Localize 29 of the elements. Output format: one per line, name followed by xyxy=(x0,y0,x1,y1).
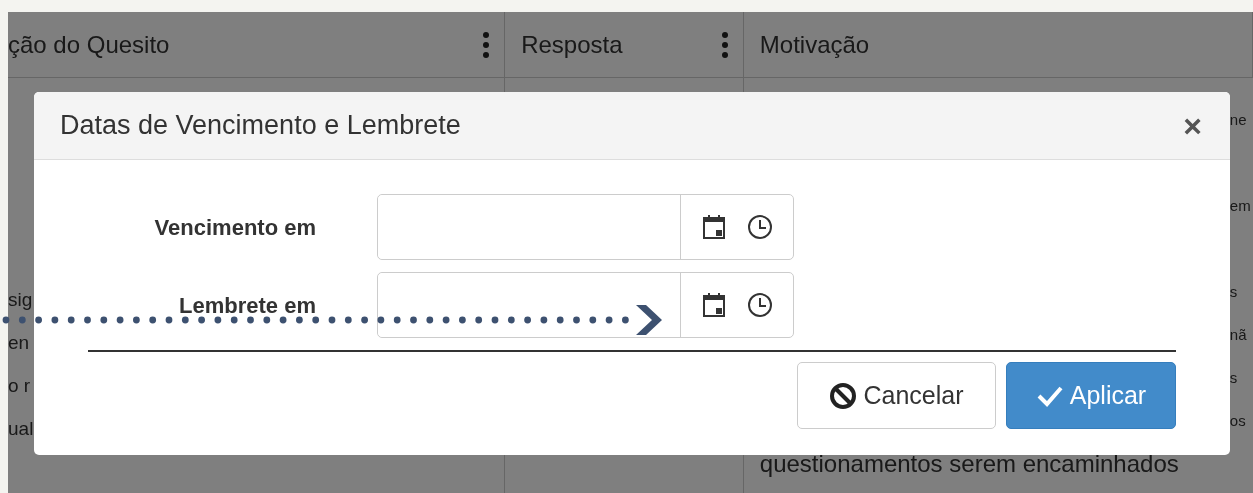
field-label: Lembrete em xyxy=(178,291,316,320)
table-text: s xyxy=(1229,283,1238,300)
table-text: s xyxy=(1229,369,1238,386)
kebab-menu-icon[interactable] xyxy=(482,30,491,59)
table-text: sig xyxy=(8,289,33,310)
column-header: Motivação xyxy=(759,29,870,60)
date-time-field[interactable] xyxy=(377,272,794,338)
table-text: nã xyxy=(1229,326,1247,343)
clock-icon[interactable] xyxy=(746,214,773,240)
kebab-menu-icon[interactable] xyxy=(720,30,729,59)
column-header: ção do Quesito xyxy=(8,29,170,60)
calendar-icon[interactable] xyxy=(701,292,726,318)
table-text: o r xyxy=(8,375,31,396)
date-time-field[interactable] xyxy=(377,194,794,260)
close-button[interactable]: × xyxy=(1179,109,1206,142)
dialog-title: Datas de Vencimento e Lembrete xyxy=(60,109,461,143)
table-text: ual xyxy=(8,418,34,439)
apply-button[interactable]: Aplicar xyxy=(1006,362,1176,429)
clock-icon[interactable] xyxy=(746,292,773,318)
cancel-button[interactable]: Cancelar xyxy=(797,362,996,429)
table-text: em xyxy=(1229,197,1251,214)
column-header: Resposta xyxy=(521,29,623,60)
table-text: en xyxy=(8,332,30,353)
table-text: ne xyxy=(1229,111,1247,128)
ban-icon[interactable] xyxy=(829,381,858,410)
table-text: os xyxy=(1229,412,1246,429)
calendar-icon[interactable] xyxy=(701,214,726,240)
field-label: Vencimento em xyxy=(153,213,316,242)
table-text: questionamentos serem encaminhados xyxy=(759,450,1179,477)
